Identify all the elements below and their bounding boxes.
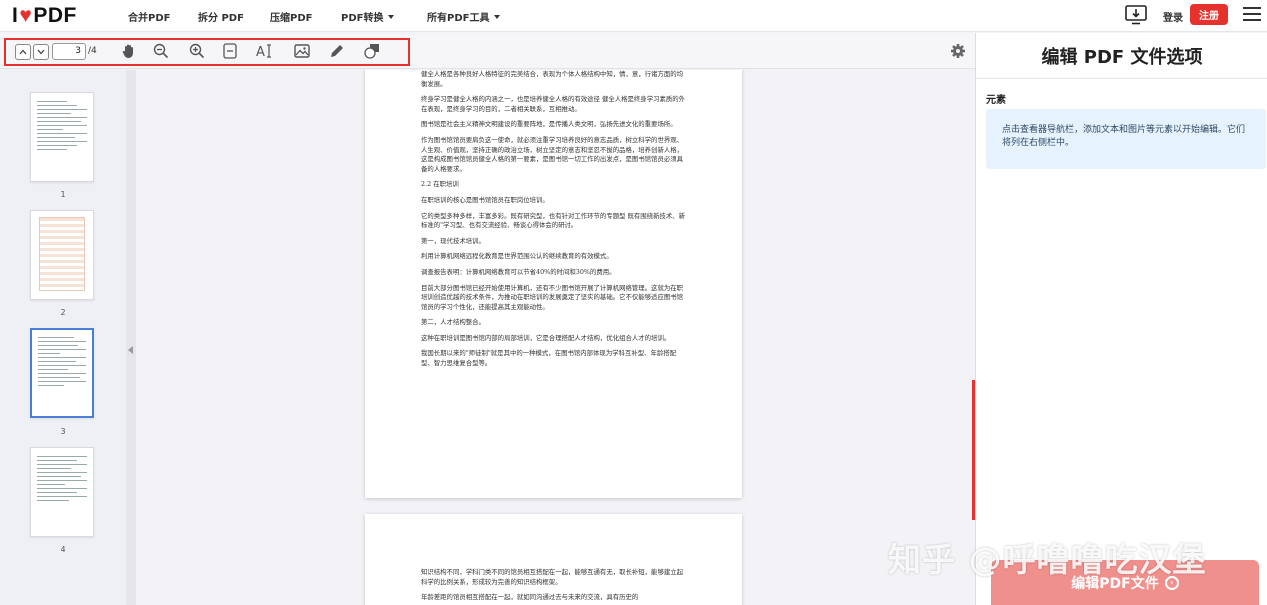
paragraph: 我国长期以来的"师徒制"就是其中的一种模式，在图书馆内部体现为学科互补型、年龄搭… — [421, 349, 677, 368]
prev-page-button[interactable] — [15, 44, 31, 60]
paragraph: 这种在职培训是图书馆内部的局部培训，它是合理搭配人才结构，优化组合人才的培训。 — [421, 333, 671, 342]
signup-button[interactable]: 注册 — [1190, 4, 1228, 25]
paragraph: 第一，现代技术培训。 — [421, 236, 485, 245]
gear-icon[interactable] — [950, 43, 966, 59]
pdf-page-3: 健全人格是各种良好人格特征的完美结合，表现为个体人格结构中知，情，意，行诸方面的… — [365, 70, 742, 498]
chevron-down-icon — [388, 15, 395, 19]
nav-convert-pdf[interactable]: PDF转换 — [341, 9, 395, 24]
paragraph: 它的类型多种多样，丰富多彩。既有研究型，也有针对工作环节的专题型 既有围绕新技术… — [421, 211, 686, 230]
section-heading: 2.2 在职培训 — [421, 180, 459, 189]
paragraph: 图书馆是社会主义精神文明建设的重要阵地，是传播人类文明，弘扬先进文化的重要场所。 — [421, 120, 677, 129]
paragraph: 作为图书馆馆员要肩负这一使命，就必须注重学习培养良好的意志品质，树立科学的世界观… — [421, 135, 684, 173]
page-number-input[interactable]: 3 — [52, 43, 86, 60]
thumbnail-page-4[interactable] — [30, 447, 94, 537]
add-image-icon[interactable] — [293, 42, 311, 60]
page-total: /4 — [88, 46, 97, 56]
paragraph: 调查报告表明：计算机网络教育可以节省40%的时间和30%的费用。 — [421, 267, 616, 276]
paragraph: 年龄差距的馆员相互搭配在一起，就如同沟通过去与未来的交流，具有历史的 — [421, 593, 639, 602]
thumbnail-label: 4 — [60, 545, 66, 554]
paragraph: 知识结构不同，学科门类不同的馆员相互搭配在一起，能够互通有无，取长补短，能够建立… — [421, 568, 684, 586]
svg-text:A: A — [256, 45, 265, 60]
thumbnail-label: 2 — [60, 308, 66, 317]
shape-icon[interactable] — [363, 42, 381, 60]
thumbnail-page-1[interactable] — [30, 92, 94, 182]
nav-split-pdf[interactable]: 拆分 PDF — [198, 9, 244, 24]
paragraph: 终身学习是健全人格的内涵之一，也是培养健全人格的有效途径 健全人格是终身学习素质… — [421, 95, 686, 113]
edit-options-panel: 编辑 PDF 文件选项 元素 点击查看器导航栏，添加文本和图片等元素以开始编辑。… — [975, 33, 1267, 605]
chevron-down-icon — [494, 15, 501, 19]
pdf-viewer: 健全人格是各种良好人格特征的完美结合，表现为个体人格结构中知，情，意，行诸方面的… — [136, 70, 972, 605]
nav-all-tools-label: 所有PDF工具 — [427, 13, 490, 24]
panel-title: 编辑 PDF 文件选项 — [1041, 47, 1203, 68]
paragraph: 目前大部分图书馆已经开始使用计算机，还有不少图书馆开展了计算机网络管理。这就为在… — [421, 283, 684, 311]
zoom-in-icon[interactable] — [188, 42, 206, 60]
thumbnail-label: 3 — [60, 427, 66, 436]
nav-compress-pdf[interactable]: 压缩PDF — [270, 9, 312, 24]
collapse-arrow-icon[interactable] — [128, 346, 133, 354]
nav-convert-label: PDF转换 — [341, 13, 384, 24]
next-page-button[interactable] — [33, 44, 49, 60]
thumbnail-page-2[interactable] — [30, 210, 94, 300]
zoom-out-icon[interactable] — [152, 42, 170, 60]
elements-info-box: 点击查看器导航栏，添加文本和图片等元素以开始编辑。它们将列在右侧栏中。 — [986, 109, 1266, 169]
logo-word: PDF — [33, 4, 77, 27]
hamburger-menu-icon[interactable] — [1243, 7, 1261, 23]
ilovepdf-logo[interactable]: I ♥ PDF — [12, 4, 77, 28]
login-link[interactable]: 登录 — [1163, 9, 1183, 24]
pdf-page-4: 知识结构不同，学科门类不同的馆员相互搭配在一起，能够互通有无，取长补短，能够建立… — [365, 514, 742, 605]
paragraph: 健全人格是各种良好人格特征的完美结合，表现为个体人格结构中知，情，意，行诸方面的… — [421, 70, 684, 88]
elements-heading: 元素 — [986, 95, 1006, 106]
divider — [976, 78, 1267, 79]
sidebar-splitter[interactable] — [126, 70, 136, 605]
paragraph: 在职培训的核心是图书馆馆员在职岗位培训。 — [421, 195, 549, 204]
add-text-icon[interactable]: A — [256, 42, 274, 60]
watermark: 知乎 @呼噜噜吃汉堡 — [888, 540, 1207, 579]
pencil-icon[interactable] — [328, 42, 346, 60]
desktop-download-icon[interactable] — [1124, 4, 1148, 26]
heart-icon: ♥ — [19, 4, 33, 27]
nav-all-tools[interactable]: 所有PDF工具 — [427, 9, 501, 24]
thumbnail-label: 1 — [60, 190, 66, 199]
fit-page-icon[interactable] — [221, 42, 239, 60]
paragraph: 利用计算机网络远程化教育是世界范围公认的继续教育的有效模式。 — [421, 252, 613, 261]
paragraph: 第二，人才结构整合。 — [421, 318, 485, 327]
logo-letter: I — [12, 4, 19, 27]
nav-merge-pdf[interactable]: 合并PDF — [128, 9, 170, 24]
chevron-down-icon — [37, 49, 45, 55]
thumbnail-sidebar: 1 2 3 4 — [0, 70, 126, 605]
hand-icon[interactable] — [120, 42, 138, 60]
top-navbar: I ♥ PDF 合并PDF 拆分 PDF 压缩PDF PDF转换 所有PDF工具 登… — [0, 0, 1267, 32]
thumbnail-page-3[interactable] — [30, 328, 94, 418]
chevron-up-icon — [19, 49, 27, 55]
